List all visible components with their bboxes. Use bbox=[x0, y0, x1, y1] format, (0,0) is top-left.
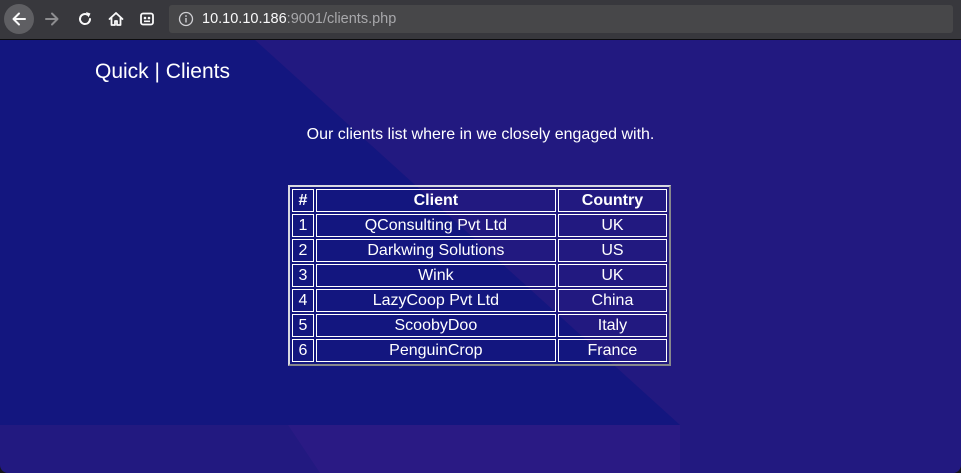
reload-button[interactable] bbox=[70, 4, 100, 34]
table-row: 6 PenguinCrop France bbox=[292, 339, 667, 362]
home-button[interactable] bbox=[101, 4, 131, 34]
row-number: 5 bbox=[292, 314, 314, 337]
clients-table: # Client Country 1 QConsulting Pvt Ltd U… bbox=[288, 185, 671, 366]
home-icon bbox=[108, 12, 124, 26]
client-name: LazyCoop Pvt Ltd bbox=[315, 289, 556, 312]
forward-arrow-icon bbox=[45, 12, 59, 26]
table-row: 1 QConsulting Pvt Ltd UK bbox=[292, 214, 667, 237]
client-name: PenguinCrop bbox=[315, 339, 556, 362]
row-number: 2 bbox=[292, 239, 314, 262]
address-bar[interactable]: 10.10.10.186:9001/clients.php bbox=[169, 5, 953, 33]
table-row: 3 Wink UK bbox=[292, 264, 667, 287]
back-arrow-icon bbox=[12, 12, 26, 26]
client-country: China bbox=[557, 289, 667, 312]
client-name: Wink bbox=[315, 264, 556, 287]
browser-toolbar: 10.10.10.186:9001/clients.php bbox=[0, 0, 961, 40]
url-text: 10.10.10.186:9001/clients.php bbox=[202, 11, 396, 27]
table-header-row: # Client Country bbox=[292, 189, 667, 212]
info-icon[interactable] bbox=[178, 11, 194, 27]
client-name: Darkwing Solutions bbox=[315, 239, 556, 262]
client-country: Italy bbox=[557, 314, 667, 337]
client-country: UK bbox=[557, 214, 667, 237]
row-number: 1 bbox=[292, 214, 314, 237]
table-row: 5 ScoobyDoo Italy bbox=[292, 314, 667, 337]
row-number: 6 bbox=[292, 339, 314, 362]
client-name: ScoobyDoo bbox=[315, 314, 556, 337]
client-country: France bbox=[557, 339, 667, 362]
page-viewport: Quick | Clients Our clients list where i… bbox=[0, 40, 961, 473]
extension-button[interactable] bbox=[132, 4, 162, 34]
row-number: 3 bbox=[292, 264, 314, 287]
column-header-country: Country bbox=[557, 189, 667, 212]
table-row: 4 LazyCoop Pvt Ltd China bbox=[292, 289, 667, 312]
forward-button[interactable] bbox=[37, 4, 67, 34]
client-name: QConsulting Pvt Ltd bbox=[315, 214, 556, 237]
column-header-client: Client bbox=[315, 189, 556, 212]
column-header-number: # bbox=[292, 189, 314, 212]
extension-icon bbox=[140, 12, 154, 26]
client-country: UK bbox=[557, 264, 667, 287]
intro-text: Our clients list where in we closely eng… bbox=[306, 126, 655, 143]
url-path: :9001/clients.php bbox=[286, 11, 397, 27]
page-title: Quick | Clients bbox=[95, 60, 230, 83]
client-country: US bbox=[557, 239, 667, 262]
back-button[interactable] bbox=[4, 4, 34, 34]
table-row: 2 Darkwing Solutions US bbox=[292, 239, 667, 262]
url-host: 10.10.10.186 bbox=[202, 11, 287, 27]
row-number: 4 bbox=[292, 289, 314, 312]
reload-icon bbox=[79, 12, 92, 25]
